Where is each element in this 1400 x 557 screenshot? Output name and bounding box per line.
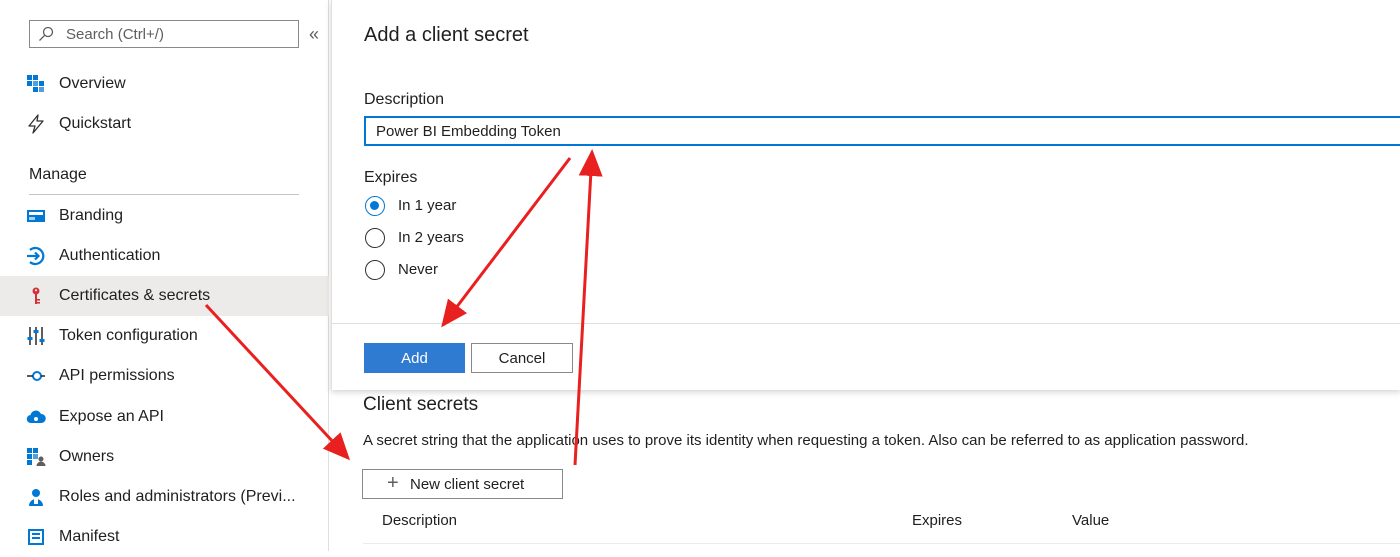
cancel-button[interactable]: Cancel (471, 343, 573, 373)
lightning-icon (28, 114, 44, 134)
cloud-icon (26, 410, 46, 424)
divider (332, 323, 1400, 324)
sidebar-item-token-configuration[interactable]: Token configuration (0, 316, 329, 356)
new-client-secret-label: New client secret (410, 476, 525, 493)
authentication-icon (27, 246, 45, 266)
section-heading-manage: Manage (29, 166, 87, 183)
search-box[interactable] (29, 20, 299, 48)
overview-grid-icon (27, 75, 44, 92)
sidebar-item-label: Token configuration (59, 327, 198, 344)
panel-title: Add a client secret (364, 24, 529, 46)
sidebar-item-label: Certificates & secrets (59, 287, 211, 304)
sidebar-item-expose-an-api[interactable]: Expose an API (0, 397, 329, 437)
collapse-sidebar-button[interactable]: « (306, 24, 322, 44)
add-client-secret-panel: Add a client secret Description Expires … (331, 0, 1400, 390)
sidebar-item-roles-administrators[interactable]: Roles and administrators (Previ... (0, 477, 329, 517)
sidebar-item-certificates-secrets[interactable]: Certificates & secrets (0, 276, 329, 316)
add-button[interactable]: Add (364, 343, 465, 373)
expires-label: Expires (364, 169, 418, 186)
description-label: Description (364, 91, 445, 108)
sidebar-item-owners[interactable]: Owners (0, 437, 329, 477)
client-secrets-title: Client secrets (363, 394, 479, 415)
branding-icon (27, 210, 45, 222)
roles-icon (29, 489, 43, 506)
sidebar-item-label: Owners (59, 448, 115, 465)
sidebar-item-label: Branding (59, 207, 124, 224)
sidebar: « Overview Quickstart Manage Branding (0, 0, 329, 551)
expires-radio-2-years[interactable]: In 2 years (365, 227, 745, 253)
description-input[interactable] (364, 116, 1400, 146)
radio-label: In 2 years (398, 229, 464, 246)
sliders-icon (27, 327, 45, 345)
manifest-icon (28, 529, 44, 545)
search-icon (39, 26, 54, 41)
sidebar-item-label: Overview (59, 75, 126, 92)
radio-label: Never (398, 261, 439, 278)
sidebar-item-authentication[interactable]: Authentication (0, 236, 329, 276)
radio-label: In 1 year (398, 197, 457, 214)
sidebar-item-label: Roles and administrators (Previ... (59, 488, 296, 505)
owners-icon (27, 448, 46, 466)
divider (29, 194, 299, 195)
table-divider (363, 543, 1400, 544)
key-icon (32, 287, 40, 304)
expires-radio-never[interactable]: Never (365, 259, 745, 285)
sidebar-item-quickstart[interactable]: Quickstart (0, 104, 329, 144)
column-header-expires[interactable]: Expires (912, 512, 962, 529)
sidebar-item-label: Quickstart (59, 115, 132, 132)
sidebar-item-label: API permissions (59, 367, 175, 384)
column-header-description[interactable]: Description (382, 512, 457, 529)
radio-circle[interactable] (365, 196, 385, 216)
sidebar-item-label: Authentication (59, 247, 161, 264)
sidebar-item-api-permissions[interactable]: API permissions (0, 356, 329, 396)
sidebar-item-label: Manifest (59, 528, 120, 545)
sidebar-item-manifest[interactable]: Manifest (0, 517, 329, 557)
column-header-value[interactable]: Value (1072, 512, 1109, 529)
search-input[interactable] (66, 24, 291, 44)
expires-radio-1-year[interactable]: In 1 year (365, 195, 745, 221)
client-secrets-description: A secret string that the application use… (363, 432, 1249, 449)
new-client-secret-button[interactable]: + New client secret (362, 469, 563, 499)
radio-circle[interactable] (365, 228, 385, 248)
sidebar-item-label: Expose an API (59, 408, 164, 425)
radio-circle[interactable] (365, 260, 385, 280)
sidebar-item-overview[interactable]: Overview (0, 64, 329, 104)
sidebar-item-branding[interactable]: Branding (0, 196, 329, 236)
plus-icon: + (387, 472, 399, 494)
api-permissions-icon (27, 371, 45, 381)
